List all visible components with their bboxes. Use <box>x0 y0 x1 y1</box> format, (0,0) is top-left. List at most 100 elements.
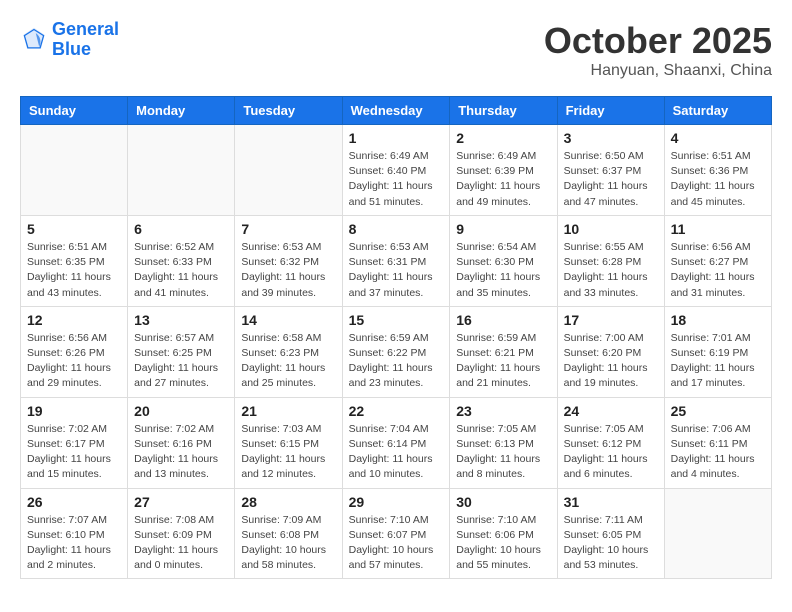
calendar-cell: 4 Sunrise: 6:51 AM Sunset: 6:36 PM Daylig… <box>664 125 771 216</box>
calendar-cell: 12Sunrise: 6:56 AM Sunset: 6:26 PM Dayli… <box>21 306 128 397</box>
calendar-cell: 25 Sunrise: 7:06 AM Sunset: 6:11 PM Dayli… <box>664 397 771 488</box>
day-number: 29 <box>349 494 444 510</box>
calendar-cell: 2Sunrise: 6:49 AM Sunset: 6:39 PM Daylig… <box>450 125 557 216</box>
page-header: General Blue October 2025 Hanyuan, Shaan… <box>20 20 772 80</box>
logo: General Blue <box>20 20 119 60</box>
day-number: 26 <box>27 494 121 510</box>
calendar-cell: 17 Sunrise: 7:00 AM Sunset: 6:20 PM Dayli… <box>557 306 664 397</box>
calendar-cell: 11Sunrise: 6:56 AM Sunset: 6:27 PM Dayli… <box>664 215 771 306</box>
day-info: Sunrise: 7:05 AM Sunset: 6:12 PM Dayligh… <box>564 422 658 483</box>
day-number: 22 <box>349 403 444 419</box>
calendar-cell: 1 Sunrise: 6:49 AM Sunset: 6:40 PM Daylig… <box>342 125 450 216</box>
day-info: Sunrise: 7:10 AM Sunset: 6:07 PM Dayligh… <box>349 513 444 574</box>
calendar-cell <box>664 488 771 579</box>
day-number: 28 <box>241 494 335 510</box>
week-row-3: 12Sunrise: 6:56 AM Sunset: 6:26 PM Dayli… <box>21 306 772 397</box>
calendar-cell: 22Sunrise: 7:04 AM Sunset: 6:14 PM Dayli… <box>342 397 450 488</box>
calendar-cell: 10 Sunrise: 6:55 AM Sunset: 6:28 PM Dayli… <box>557 215 664 306</box>
week-row-5: 26 Sunrise: 7:07 AM Sunset: 6:10 PM Dayli… <box>21 488 772 579</box>
day-info: Sunrise: 6:56 AM Sunset: 6:27 PM Dayligh… <box>671 240 765 301</box>
day-info: Sunrise: 6:59 AM Sunset: 6:22 PM Dayligh… <box>349 331 444 392</box>
calendar-cell <box>21 125 128 216</box>
location: Hanyuan, Shaanxi, China <box>544 62 772 80</box>
calendar-cell: 29 Sunrise: 7:10 AM Sunset: 6:07 PM Dayli… <box>342 488 450 579</box>
calendar-cell: 31 Sunrise: 7:11 AM Sunset: 6:05 PM Dayli… <box>557 488 664 579</box>
day-number: 18 <box>671 312 765 328</box>
day-number: 5 <box>27 221 121 237</box>
day-number: 23 <box>456 403 550 419</box>
day-number: 6 <box>134 221 228 237</box>
day-number: 1 <box>349 130 444 146</box>
day-number: 4 <box>671 130 765 146</box>
calendar-cell <box>128 125 235 216</box>
day-number: 15 <box>349 312 444 328</box>
weekday-header-thursday: Thursday <box>450 97 557 125</box>
calendar: SundayMondayTuesdayWednesdayThursdayFrid… <box>20 96 772 579</box>
day-info: Sunrise: 7:09 AM Sunset: 6:08 PM Dayligh… <box>241 513 335 574</box>
day-info: Sunrise: 6:51 AM Sunset: 6:35 PM Dayligh… <box>27 240 121 301</box>
day-info: Sunrise: 7:01 AM Sunset: 6:19 PM Dayligh… <box>671 331 765 392</box>
week-row-4: 19 Sunrise: 7:02 AM Sunset: 6:17 PM Dayli… <box>21 397 772 488</box>
day-info: Sunrise: 6:57 AM Sunset: 6:25 PM Dayligh… <box>134 331 228 392</box>
weekday-header-sunday: Sunday <box>21 97 128 125</box>
calendar-cell: 28 Sunrise: 7:09 AM Sunset: 6:08 PM Dayli… <box>235 488 342 579</box>
weekday-header-friday: Friday <box>557 97 664 125</box>
calendar-cell: 21Sunrise: 7:03 AM Sunset: 6:15 PM Dayli… <box>235 397 342 488</box>
day-number: 25 <box>671 403 765 419</box>
week-row-2: 5 Sunrise: 6:51 AM Sunset: 6:35 PM Daylig… <box>21 215 772 306</box>
day-info: Sunrise: 6:50 AM Sunset: 6:37 PM Dayligh… <box>564 149 658 210</box>
day-info: Sunrise: 7:05 AM Sunset: 6:13 PM Dayligh… <box>456 422 550 483</box>
day-info: Sunrise: 6:53 AM Sunset: 6:32 PM Dayligh… <box>241 240 335 301</box>
calendar-cell: 3 Sunrise: 6:50 AM Sunset: 6:37 PM Daylig… <box>557 125 664 216</box>
day-info: Sunrise: 6:55 AM Sunset: 6:28 PM Dayligh… <box>564 240 658 301</box>
day-number: 20 <box>134 403 228 419</box>
calendar-cell: 7 Sunrise: 6:53 AM Sunset: 6:32 PM Daylig… <box>235 215 342 306</box>
day-number: 31 <box>564 494 658 510</box>
calendar-cell: 27Sunrise: 7:08 AM Sunset: 6:09 PM Dayli… <box>128 488 235 579</box>
calendar-cell: 6Sunrise: 6:52 AM Sunset: 6:33 PM Daylig… <box>128 215 235 306</box>
day-info: Sunrise: 7:00 AM Sunset: 6:20 PM Dayligh… <box>564 331 658 392</box>
calendar-cell: 24Sunrise: 7:05 AM Sunset: 6:12 PM Dayli… <box>557 397 664 488</box>
day-number: 17 <box>564 312 658 328</box>
day-info: Sunrise: 7:02 AM Sunset: 6:16 PM Dayligh… <box>134 422 228 483</box>
logo-icon <box>20 26 48 54</box>
calendar-cell: 19 Sunrise: 7:02 AM Sunset: 6:17 PM Dayli… <box>21 397 128 488</box>
logo-text: General Blue <box>52 20 119 60</box>
month-title: October 2025 <box>544 20 772 62</box>
day-info: Sunrise: 6:56 AM Sunset: 6:26 PM Dayligh… <box>27 331 121 392</box>
day-number: 2 <box>456 130 550 146</box>
day-info: Sunrise: 7:06 AM Sunset: 6:11 PM Dayligh… <box>671 422 765 483</box>
day-number: 3 <box>564 130 658 146</box>
day-number: 8 <box>349 221 444 237</box>
day-info: Sunrise: 6:51 AM Sunset: 6:36 PM Dayligh… <box>671 149 765 210</box>
calendar-cell: 20 Sunrise: 7:02 AM Sunset: 6:16 PM Dayli… <box>128 397 235 488</box>
day-number: 10 <box>564 221 658 237</box>
title-block: October 2025 Hanyuan, Shaanxi, China <box>544 20 772 80</box>
calendar-cell: 23 Sunrise: 7:05 AM Sunset: 6:13 PM Dayli… <box>450 397 557 488</box>
day-info: Sunrise: 7:08 AM Sunset: 6:09 PM Dayligh… <box>134 513 228 574</box>
day-info: Sunrise: 7:02 AM Sunset: 6:17 PM Dayligh… <box>27 422 121 483</box>
calendar-cell <box>235 125 342 216</box>
day-info: Sunrise: 6:58 AM Sunset: 6:23 PM Dayligh… <box>241 331 335 392</box>
day-info: Sunrise: 7:07 AM Sunset: 6:10 PM Dayligh… <box>27 513 121 574</box>
weekday-header-tuesday: Tuesday <box>235 97 342 125</box>
day-info: Sunrise: 6:59 AM Sunset: 6:21 PM Dayligh… <box>456 331 550 392</box>
calendar-cell: 9 Sunrise: 6:54 AM Sunset: 6:30 PM Daylig… <box>450 215 557 306</box>
day-number: 21 <box>241 403 335 419</box>
calendar-cell: 13 Sunrise: 6:57 AM Sunset: 6:25 PM Dayli… <box>128 306 235 397</box>
day-info: Sunrise: 7:11 AM Sunset: 6:05 PM Dayligh… <box>564 513 658 574</box>
day-number: 7 <box>241 221 335 237</box>
weekday-header-monday: Monday <box>128 97 235 125</box>
calendar-cell: 26 Sunrise: 7:07 AM Sunset: 6:10 PM Dayli… <box>21 488 128 579</box>
day-info: Sunrise: 6:49 AM Sunset: 6:40 PM Dayligh… <box>349 149 444 210</box>
day-number: 9 <box>456 221 550 237</box>
day-number: 19 <box>27 403 121 419</box>
day-info: Sunrise: 6:53 AM Sunset: 6:31 PM Dayligh… <box>349 240 444 301</box>
weekday-header-saturday: Saturday <box>664 97 771 125</box>
day-number: 13 <box>134 312 228 328</box>
calendar-cell: 30 Sunrise: 7:10 AM Sunset: 6:06 PM Dayli… <box>450 488 557 579</box>
day-number: 30 <box>456 494 550 510</box>
day-info: Sunrise: 6:54 AM Sunset: 6:30 PM Dayligh… <box>456 240 550 301</box>
day-info: Sunrise: 7:10 AM Sunset: 6:06 PM Dayligh… <box>456 513 550 574</box>
weekday-header-row: SundayMondayTuesdayWednesdayThursdayFrid… <box>21 97 772 125</box>
